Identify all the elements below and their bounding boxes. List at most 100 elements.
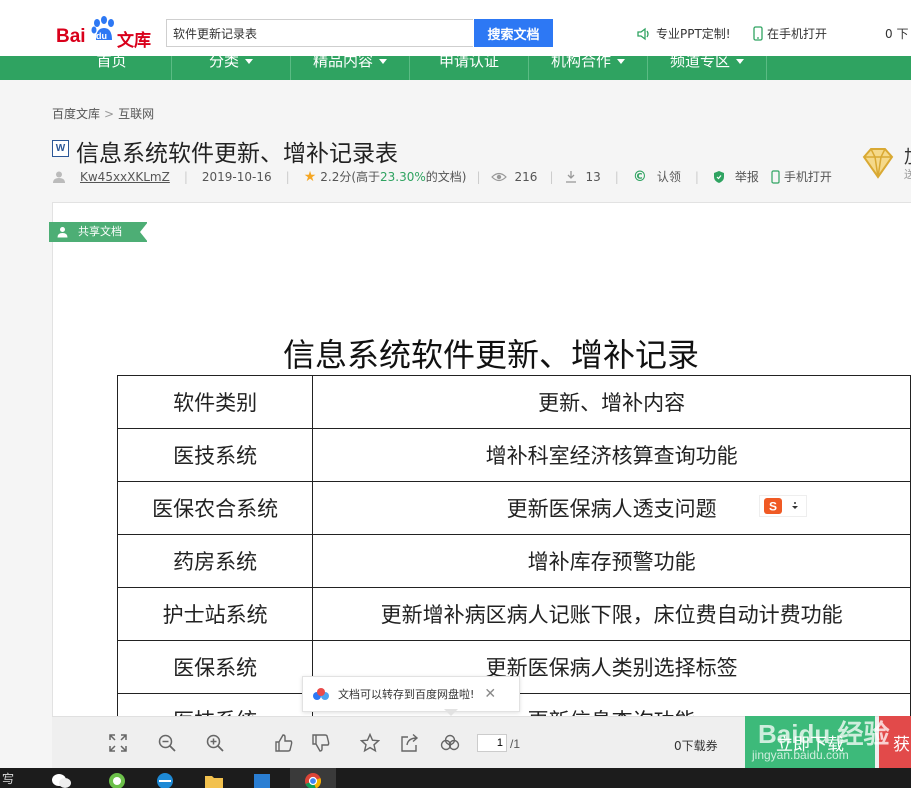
- zoom-in-icon[interactable]: [205, 733, 225, 753]
- logo-du-text: du: [96, 31, 107, 41]
- shared-doc-tag: 共享文档: [49, 222, 148, 242]
- open-on-phone-label: 在手机打开: [767, 27, 828, 41]
- blue-app-icon[interactable]: [251, 770, 273, 788]
- user-icon: [53, 171, 65, 183]
- open-on-phone-link[interactable]: 在手机打开: [753, 25, 827, 42]
- open-on-phone-meta-link[interactable]: 手机打开: [784, 168, 832, 185]
- download-count-link[interactable]: 0 下: [885, 25, 908, 42]
- close-icon[interactable]: ✕: [484, 686, 496, 702]
- get-button-label: 获: [893, 734, 910, 755]
- save-to-netdisk-toast: 文档可以转存到百度网盘啦! ✕: [302, 676, 520, 712]
- nav-item-cooperation[interactable]: 机构合作: [529, 56, 648, 80]
- report-link[interactable]: 举报: [735, 168, 759, 185]
- download-now-button[interactable]: 立即下载: [745, 716, 875, 768]
- nav-item-label: 精品内容: [312, 56, 373, 70]
- ie-browser-icon[interactable]: [154, 770, 176, 788]
- claim-link[interactable]: 认领: [657, 168, 681, 185]
- copyright-icon: ©: [632, 168, 647, 185]
- document-heading: 信息系统软件更新、增补记录: [283, 336, 700, 374]
- toast-pointer: [444, 709, 458, 716]
- netdisk-cloud-icon: [313, 688, 329, 700]
- nav-item-label: 申请认证: [438, 56, 499, 70]
- caret-down-icon: [245, 59, 253, 64]
- author-link[interactable]: Kw45xxXKLmZ: [80, 170, 170, 184]
- table-cell: 增补科室经济核算查询功能: [312, 428, 911, 482]
- star-outline-icon[interactable]: [360, 733, 380, 753]
- wechat-icon[interactable]: [50, 770, 72, 788]
- rating-text: 2.2分(高于23.30%的文档): [320, 168, 466, 185]
- share-icon[interactable]: [400, 733, 420, 753]
- eye-icon: [490, 172, 507, 181]
- sogou-s-icon: S: [764, 498, 782, 514]
- zoom-out-icon[interactable]: [157, 733, 177, 753]
- ppt-custom-label: 专业PPT定制!: [656, 27, 731, 41]
- meta-divider: |: [694, 169, 699, 184]
- green-app-icon[interactable]: [106, 770, 128, 788]
- table-row: 药房系统 增补库存预警功能: [116, 534, 911, 588]
- meta-divider: |: [183, 169, 188, 184]
- tag-notch: [140, 222, 148, 242]
- chrome-icon[interactable]: [302, 770, 324, 788]
- cloud-save-icon[interactable]: [440, 733, 460, 753]
- page-number-input[interactable]: [477, 734, 507, 752]
- svg-text:S: S: [769, 500, 777, 514]
- view-count: 216: [514, 169, 538, 184]
- table-row: 护士站系统 更新增补病区病人记账下限，床位费自动计费功能: [116, 587, 911, 641]
- nav-item-category[interactable]: 分类: [172, 56, 291, 80]
- table-cell: 更新医保病人透支问题: [312, 481, 911, 535]
- rating-score: 2.2分(高于: [320, 170, 381, 184]
- ppt-custom-link[interactable]: 专业PPT定制!: [636, 25, 731, 42]
- thumbs-down-icon[interactable]: [311, 733, 331, 753]
- meta-divider: |: [549, 169, 554, 184]
- caret-down-icon: [617, 59, 625, 64]
- nav-item-channels[interactable]: 频道专区: [648, 56, 767, 80]
- shared-doc-label: 共享文档: [78, 225, 122, 238]
- get-button[interactable]: 获: [879, 716, 911, 768]
- breadcrumb-current[interactable]: 互联网: [118, 107, 154, 121]
- main-nav: 首页 分类 精品内容 申请认证 机构合作 频道专区: [0, 56, 911, 80]
- table-cell: 增补库存预警功能: [312, 534, 911, 588]
- page-total: /1: [510, 737, 521, 751]
- nav-item-premium[interactable]: 精品内容: [291, 56, 410, 80]
- download-count-label: 0 下: [885, 27, 909, 41]
- shield-icon: [713, 170, 724, 183]
- word-doc-icon: W: [52, 140, 69, 157]
- vip-diamond-icon[interactable]: [858, 143, 898, 183]
- search-button[interactable]: 搜索文档: [474, 19, 553, 47]
- meta-divider: |: [476, 169, 481, 184]
- table-row: 医技系统 增补科室经济核算查询功能: [116, 428, 911, 482]
- fullscreen-icon[interactable]: [108, 733, 128, 753]
- thumbs-up-icon[interactable]: [274, 733, 294, 753]
- nav-item-label: 频道专区: [669, 56, 730, 70]
- logo-bai-text: Bai: [56, 26, 86, 47]
- table-header-cell: 更新、增补内容: [312, 375, 911, 429]
- breadcrumb-root[interactable]: 百度文库: [52, 107, 100, 121]
- nav-item-certification[interactable]: 申请认证: [410, 56, 529, 80]
- download-coupon-count: 0下载券: [674, 739, 718, 753]
- page-title: 信息系统软件更新、增补记录表: [76, 141, 398, 167]
- rating-percent: 23.30%: [380, 170, 426, 184]
- nav-item-label: 首页: [96, 56, 127, 70]
- meta-divider: |: [285, 169, 290, 184]
- table-cell: 更新增补病区病人记账下限，床位费自动计费功能: [312, 587, 911, 641]
- folder-icon[interactable]: [203, 770, 225, 788]
- taskbar-left-cut: 㝍: [2, 772, 15, 786]
- baidu-wenku-logo[interactable]: Bai du 文库: [56, 16, 156, 51]
- download-count: 13: [585, 169, 601, 184]
- speaker-icon: [637, 27, 649, 40]
- nav-item-home[interactable]: 首页: [52, 56, 172, 80]
- table-cell: 药房系统: [116, 534, 314, 588]
- logo-wenku-text: 文库: [117, 31, 151, 51]
- table-cell: 护士站系统: [116, 587, 314, 641]
- user-icon: [57, 227, 68, 238]
- breadcrumb-separator: >: [104, 107, 115, 121]
- search-input[interactable]: [166, 19, 473, 47]
- sogou-ime-widget[interactable]: S: [759, 495, 807, 517]
- table-header-cell: 软件类别: [116, 375, 314, 429]
- phone-icon: [753, 26, 763, 41]
- toast-message: 文档可以转存到百度网盘啦!: [338, 688, 475, 701]
- vip-promo-cut-sub: 送: [904, 168, 911, 181]
- meta-divider: |: [614, 169, 619, 184]
- table-cell: 医保系统: [116, 640, 314, 694]
- breadcrumb: 百度文库 > 互联网: [52, 105, 154, 122]
